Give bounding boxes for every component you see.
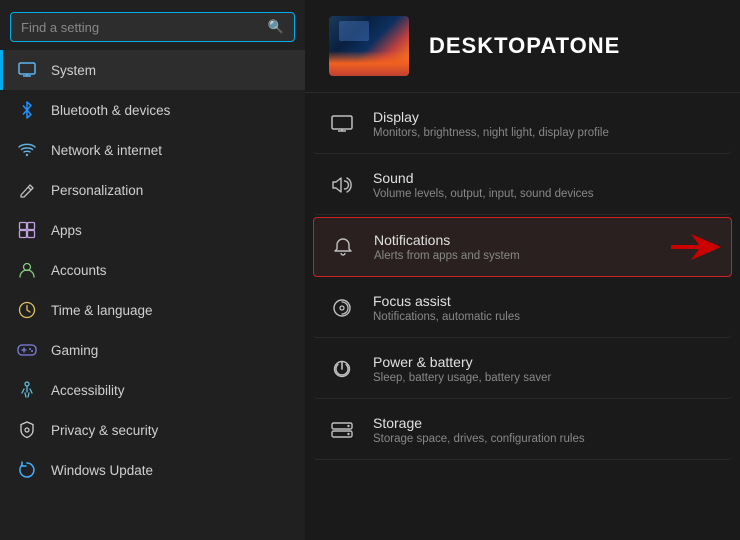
sidebar-item-gaming[interactable]: Gaming bbox=[0, 330, 305, 370]
settings-item-focus[interactable]: Focus assist Notifications, automatic ru… bbox=[313, 279, 732, 338]
red-arrow-annotation bbox=[671, 232, 721, 262]
sound-text: Sound Volume levels, output, input, soun… bbox=[373, 170, 716, 200]
search-box[interactable]: 🔍 bbox=[10, 12, 295, 42]
notifications-text: Notifications Alerts from apps and syste… bbox=[374, 232, 715, 262]
sidebar-label-apps: Apps bbox=[51, 223, 82, 238]
sound-title: Sound bbox=[373, 170, 716, 186]
profile-name: DESKTOPATONE bbox=[429, 33, 620, 59]
settings-item-notifications[interactable]: Notifications Alerts from apps and syste… bbox=[313, 217, 732, 277]
power-text: Power & battery Sleep, battery usage, ba… bbox=[373, 354, 716, 384]
bluetooth-icon bbox=[17, 100, 37, 120]
storage-text: Storage Storage space, drives, configura… bbox=[373, 415, 716, 445]
sidebar-item-privacy[interactable]: Privacy & security bbox=[0, 410, 305, 450]
notifications-title: Notifications bbox=[374, 232, 715, 248]
search-icon: 🔍 bbox=[268, 19, 284, 35]
gaming-icon bbox=[17, 340, 37, 360]
sidebar-label-network: Network & internet bbox=[51, 143, 162, 158]
display-icon bbox=[329, 111, 355, 137]
sidebar-item-apps[interactable]: Apps bbox=[0, 210, 305, 250]
sidebar: 🔍 System Bluetooth & devices bbox=[0, 0, 305, 540]
search-input[interactable] bbox=[21, 20, 260, 35]
apps-icon bbox=[17, 220, 37, 240]
sidebar-item-windows-update[interactable]: Windows Update bbox=[0, 450, 305, 490]
sidebar-item-time[interactable]: Time & language bbox=[0, 290, 305, 330]
display-desc: Monitors, brightness, night light, displ… bbox=[373, 127, 716, 139]
sidebar-item-network[interactable]: Network & internet bbox=[0, 130, 305, 170]
accessibility-icon bbox=[17, 380, 37, 400]
privacy-icon bbox=[17, 420, 37, 440]
accounts-icon bbox=[17, 260, 37, 280]
display-text: Display Monitors, brightness, night ligh… bbox=[373, 109, 716, 139]
search-container: 🔍 bbox=[0, 0, 305, 50]
profile-header: DESKTOPATONE bbox=[305, 0, 740, 93]
focus-title: Focus assist bbox=[373, 293, 716, 309]
notifications-desc: Alerts from apps and system bbox=[374, 250, 715, 262]
settings-item-sound[interactable]: Sound Volume levels, output, input, soun… bbox=[313, 156, 732, 215]
sidebar-item-system[interactable]: System bbox=[0, 50, 305, 90]
sidebar-item-bluetooth[interactable]: Bluetooth & devices bbox=[0, 90, 305, 130]
sidebar-label-privacy: Privacy & security bbox=[51, 423, 158, 438]
display-title: Display bbox=[373, 109, 716, 125]
profile-image bbox=[329, 16, 409, 76]
settings-list: Display Monitors, brightness, night ligh… bbox=[305, 93, 740, 540]
sidebar-label-system: System bbox=[51, 63, 96, 78]
power-title: Power & battery bbox=[373, 354, 716, 370]
main-content: DESKTOPATONE Display Monitors, brightnes… bbox=[305, 0, 740, 540]
sidebar-item-personalization[interactable]: Personalization bbox=[0, 170, 305, 210]
settings-item-power[interactable]: Power & battery Sleep, battery usage, ba… bbox=[313, 340, 732, 399]
storage-icon bbox=[329, 417, 355, 443]
sidebar-label-time: Time & language bbox=[51, 303, 153, 318]
system-icon bbox=[17, 60, 37, 80]
sidebar-item-accounts[interactable]: Accounts bbox=[0, 250, 305, 290]
sidebar-label-accessibility: Accessibility bbox=[51, 383, 125, 398]
bell-icon bbox=[330, 234, 356, 260]
focus-icon bbox=[329, 295, 355, 321]
power-icon bbox=[329, 356, 355, 382]
sidebar-label-accounts: Accounts bbox=[51, 263, 107, 278]
focus-text: Focus assist Notifications, automatic ru… bbox=[373, 293, 716, 323]
sidebar-label-personalization: Personalization bbox=[51, 183, 143, 198]
sidebar-label-windows-update: Windows Update bbox=[51, 463, 153, 478]
time-icon bbox=[17, 300, 37, 320]
focus-desc: Notifications, automatic rules bbox=[373, 311, 716, 323]
sidebar-item-accessibility[interactable]: Accessibility bbox=[0, 370, 305, 410]
windows-update-icon bbox=[17, 460, 37, 480]
sound-icon bbox=[329, 172, 355, 198]
settings-item-storage[interactable]: Storage Storage space, drives, configura… bbox=[313, 401, 732, 460]
personalization-icon bbox=[17, 180, 37, 200]
sidebar-label-bluetooth: Bluetooth & devices bbox=[51, 103, 170, 118]
network-icon bbox=[17, 140, 37, 160]
sound-desc: Volume levels, output, input, sound devi… bbox=[373, 188, 716, 200]
power-desc: Sleep, battery usage, battery saver bbox=[373, 372, 716, 384]
sidebar-label-gaming: Gaming bbox=[51, 343, 98, 358]
storage-desc: Storage space, drives, configuration rul… bbox=[373, 433, 716, 445]
storage-title: Storage bbox=[373, 415, 716, 431]
nav-list: System Bluetooth & devices Network & int… bbox=[0, 50, 305, 540]
settings-item-display[interactable]: Display Monitors, brightness, night ligh… bbox=[313, 95, 732, 154]
